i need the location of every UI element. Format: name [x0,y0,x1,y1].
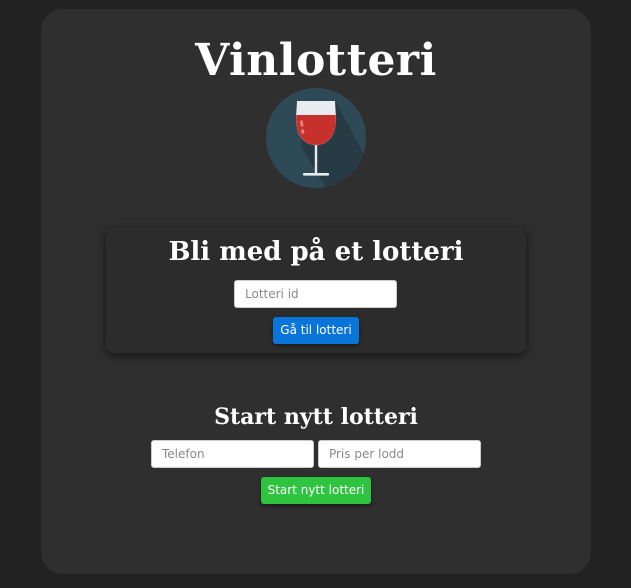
page-title: Vinlotteri [195,35,437,86]
join-lottery-panel: Bli med på et lotteri Gå til lotteri [106,227,526,353]
go-to-lottery-button[interactable]: Gå til lotteri [273,317,359,344]
phone-input[interactable] [151,440,314,468]
main-card: Vinlotteri Bli med på et lotteri Gå til … [41,9,591,574]
start-new-lottery-button[interactable]: Start nytt lotteri [261,477,371,504]
wine-glass-icon [266,88,366,188]
price-per-ticket-input[interactable] [318,440,481,468]
join-lottery-heading: Bli med på et lotteri [168,237,464,267]
lottery-id-input[interactable] [234,280,397,308]
start-lottery-heading: Start nytt lotteri [214,404,418,430]
